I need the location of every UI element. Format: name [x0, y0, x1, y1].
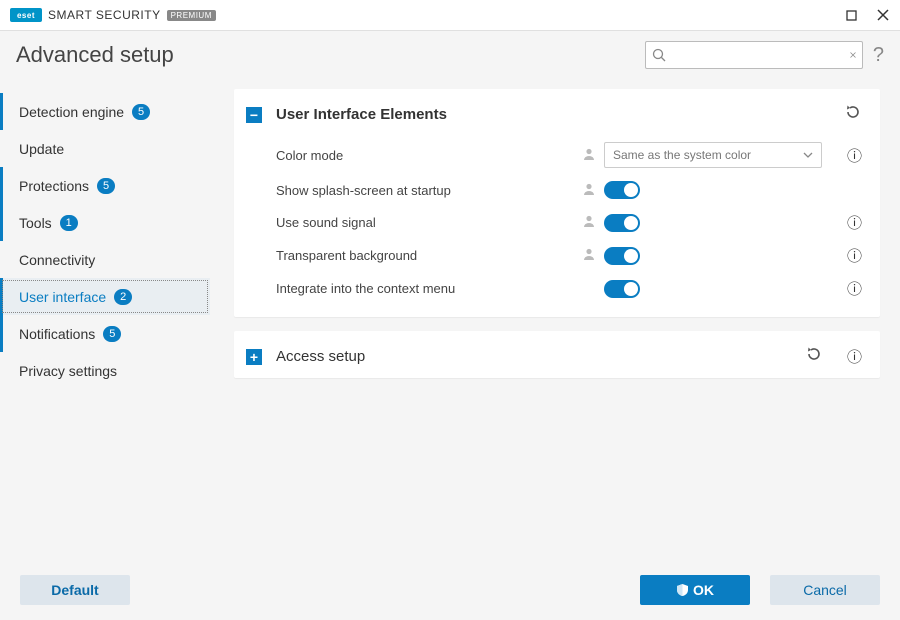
sidebar-item-label: Tools — [19, 215, 52, 231]
info-icon[interactable]: ⓘ — [847, 245, 862, 266]
row-label: Integrate into the context menu — [276, 281, 582, 296]
search-icon — [652, 48, 666, 62]
panel-ui-elements: − User Interface Elements Color mode Sam… — [234, 89, 880, 317]
search-area: ? — [645, 41, 884, 69]
cancel-button[interactable]: Cancel — [770, 575, 880, 605]
row-color-mode: Color mode Same as the system color ⓘ — [234, 136, 880, 174]
sidebar-item-tools[interactable]: Tools 1 — [0, 204, 210, 241]
sidebar-item-label: Privacy settings — [19, 363, 117, 379]
row-label: Use sound signal — [276, 215, 582, 230]
brand-logo: eset — [10, 8, 42, 22]
revert-icon[interactable] — [844, 103, 862, 126]
row-sound: Use sound signal ⓘ — [234, 206, 880, 239]
splash-toggle[interactable] — [604, 181, 640, 199]
sidebar: Detection engine 5 Update Protections 5 … — [0, 89, 210, 579]
title-bar: eset SMART SECURITY PREMIUM — [0, 0, 900, 30]
user-scope-icon — [582, 147, 596, 164]
page-title: Advanced setup — [16, 42, 174, 68]
row-transparent: Transparent background ⓘ — [234, 239, 880, 272]
info-icon[interactable]: ⓘ — [847, 212, 862, 233]
main-content: − User Interface Elements Color mode Sam… — [210, 89, 900, 579]
square-icon — [846, 10, 857, 21]
collapse-icon[interactable]: − — [246, 107, 262, 123]
footer: Default OK Cancel — [0, 560, 900, 620]
panel-header: + Access setup ⓘ — [234, 331, 880, 378]
sidebar-item-protections[interactable]: Protections 5 — [0, 167, 210, 204]
sidebar-item-label: Update — [19, 141, 64, 157]
chevron-down-icon — [803, 152, 813, 158]
sidebar-item-update[interactable]: Update — [0, 130, 210, 167]
user-scope-icon — [582, 214, 596, 231]
panel-title: User Interface Elements — [276, 106, 830, 123]
select-value: Same as the system color — [613, 148, 751, 162]
sidebar-item-connectivity[interactable]: Connectivity — [0, 241, 210, 278]
sidebar-item-label: Notifications — [19, 326, 95, 342]
ok-label: OK — [693, 582, 714, 598]
sidebar-badge: 5 — [103, 326, 121, 342]
sound-toggle[interactable] — [604, 214, 640, 232]
row-context-menu: Integrate into the context menu ⓘ — [234, 272, 880, 305]
body: Detection engine 5 Update Protections 5 … — [0, 89, 900, 579]
sidebar-item-notifications[interactable]: Notifications 5 — [0, 315, 210, 352]
info-icon[interactable]: ⓘ — [847, 346, 862, 367]
brand-name: SMART SECURITY — [48, 8, 161, 22]
maximize-button[interactable] — [844, 8, 858, 22]
row-splash: Show splash-screen at startup — [234, 174, 880, 206]
search-box[interactable] — [645, 41, 863, 69]
clear-search-icon[interactable] — [850, 49, 856, 61]
row-label: Color mode — [276, 148, 582, 163]
sidebar-item-label: Connectivity — [19, 252, 95, 268]
panel-title: Access setup — [276, 348, 791, 365]
user-scope-icon — [582, 247, 596, 264]
row-label: Transparent background — [276, 248, 582, 263]
expand-icon[interactable]: + — [246, 349, 262, 365]
shield-icon — [676, 583, 689, 597]
search-input[interactable] — [666, 48, 850, 63]
sidebar-item-label: Detection engine — [19, 104, 124, 120]
sidebar-item-user-interface[interactable]: User interface 2 — [0, 278, 210, 315]
default-button[interactable]: Default — [20, 575, 130, 605]
sidebar-item-privacy-settings[interactable]: Privacy settings — [0, 352, 210, 389]
info-icon[interactable]: ⓘ — [847, 278, 862, 299]
sidebar-badge: 1 — [60, 215, 78, 231]
sidebar-badge: 2 — [114, 289, 132, 305]
close-button[interactable] — [876, 8, 890, 22]
help-icon[interactable]: ? — [873, 44, 884, 67]
brand-suffix: PREMIUM — [167, 10, 216, 21]
sidebar-badge: 5 — [97, 178, 115, 194]
row-label: Show splash-screen at startup — [276, 183, 582, 198]
color-mode-select[interactable]: Same as the system color — [604, 142, 822, 168]
brand: eset SMART SECURITY PREMIUM — [10, 8, 216, 22]
panel-access-setup: + Access setup ⓘ — [234, 331, 880, 378]
sidebar-item-label: Protections — [19, 178, 89, 194]
window-controls — [844, 8, 890, 22]
sidebar-item-label: User interface — [19, 289, 106, 305]
panel-body: Color mode Same as the system color ⓘ Sh… — [234, 136, 880, 317]
context-menu-toggle[interactable] — [604, 280, 640, 298]
top-bar: Advanced setup ? — [0, 30, 900, 89]
ok-button[interactable]: OK — [640, 575, 750, 605]
sidebar-badge: 5 — [132, 104, 150, 120]
close-icon — [877, 9, 889, 21]
sidebar-item-detection-engine[interactable]: Detection engine 5 — [0, 93, 210, 130]
user-scope-icon — [582, 182, 596, 199]
revert-icon[interactable] — [805, 345, 823, 368]
transparent-toggle[interactable] — [604, 247, 640, 265]
panel-header: − User Interface Elements — [234, 89, 880, 136]
info-icon[interactable]: ⓘ — [847, 145, 862, 166]
